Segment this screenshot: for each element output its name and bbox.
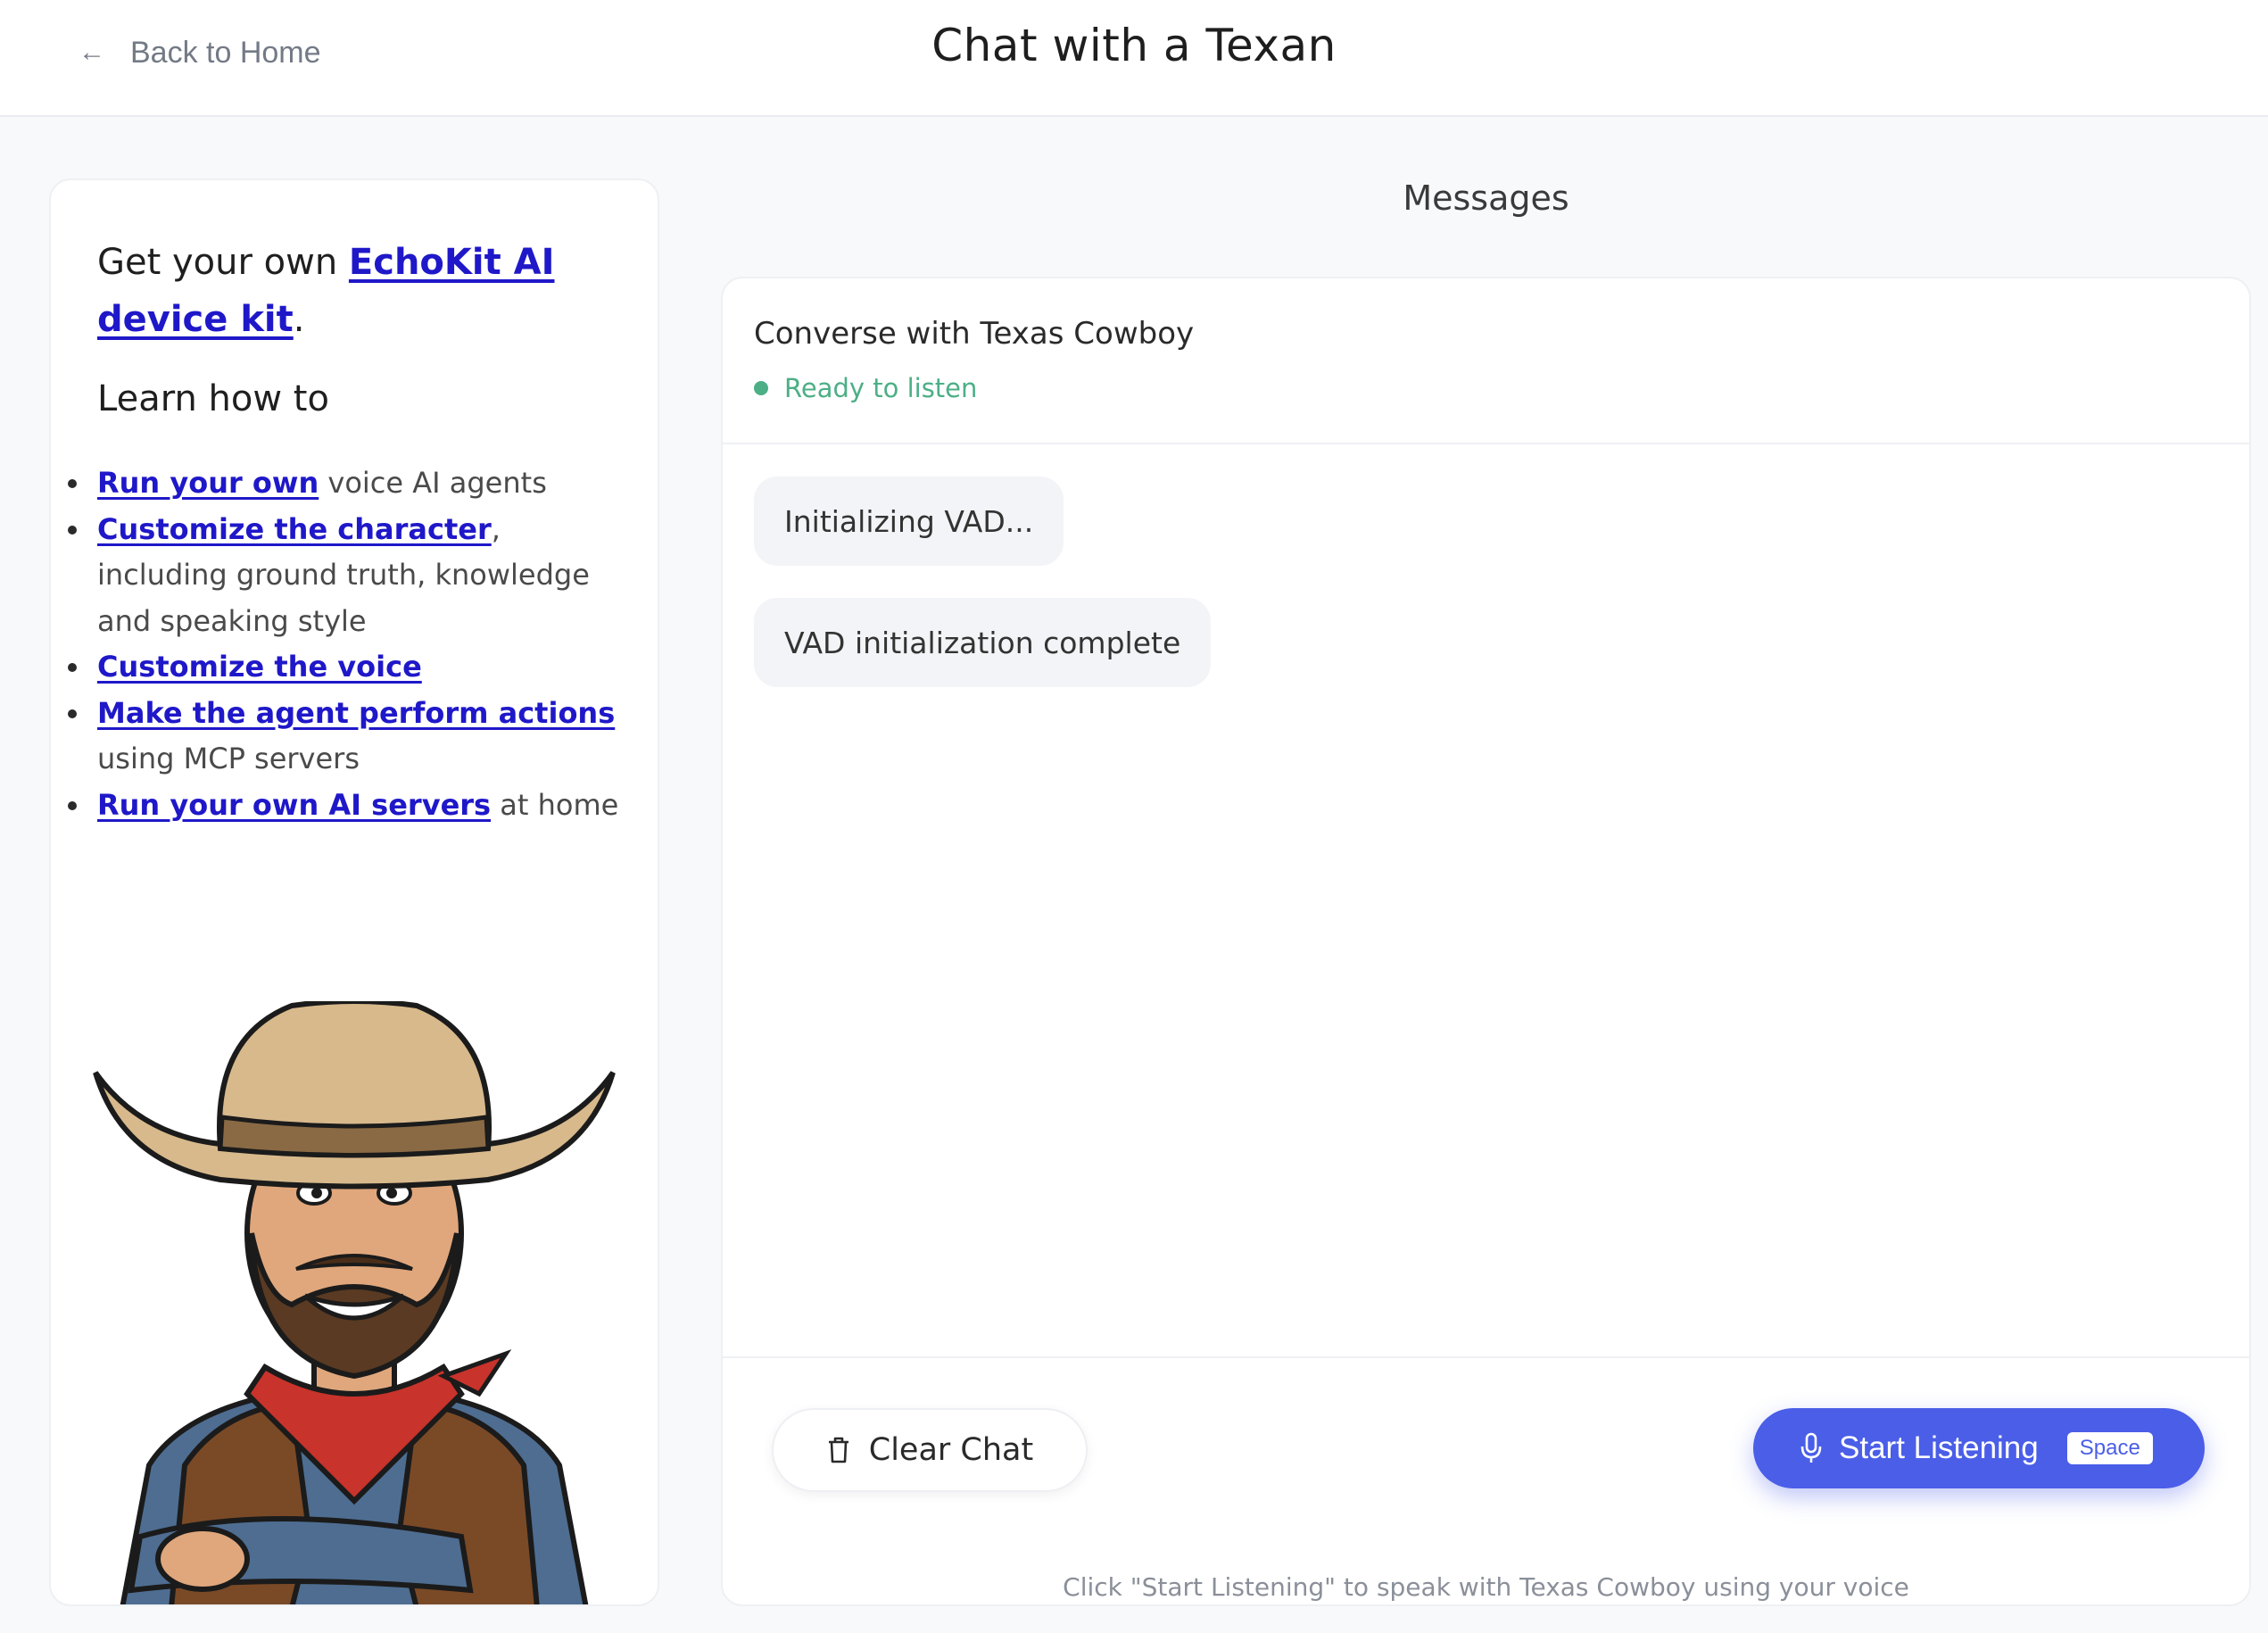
list-item: Make the agent perform actions using MCP… [68, 691, 633, 783]
chat-header: Converse with Texas Cowboy Ready to list… [723, 278, 2249, 444]
promo-text: Get your own EchoKit AI device kit. [97, 234, 624, 348]
trash-icon [828, 1437, 848, 1463]
promo-prefix: Get your own [97, 242, 349, 283]
customize-voice-link[interactable]: Customize the voice [97, 650, 422, 684]
run-your-own-link[interactable]: Run your own [97, 466, 319, 500]
perform-actions-link[interactable]: Make the agent perform actions [97, 696, 615, 730]
chat-panel: Converse with Texas Cowboy Ready to list… [721, 277, 2251, 1606]
clear-chat-label: Clear Chat [868, 1432, 1034, 1468]
start-listening-label: Start Listening [1839, 1430, 2039, 1465]
chat-footer: Clear Chat Start Listening Space Click "… [723, 1356, 2249, 1604]
clear-chat-button[interactable]: Clear Chat [772, 1408, 1088, 1492]
start-listening-button[interactable]: Start Listening Space [1753, 1408, 2205, 1488]
run-ai-servers-link[interactable]: Run your own AI servers [97, 788, 491, 822]
status-indicator: Ready to listen [754, 373, 977, 403]
status-dot-icon [754, 381, 768, 395]
info-panel: Get your own EchoKit AI device kit. Lear… [49, 178, 659, 1606]
messages-heading: Messages [1403, 178, 1569, 218]
promo-suffix: . [293, 299, 305, 340]
cowboy-illustration [93, 1001, 616, 1604]
list-item: Customize the voice [68, 644, 633, 691]
status-text: Ready to listen [784, 373, 978, 403]
learn-list: Run your own voice AI agents Customize t… [68, 460, 633, 829]
learn-heading: Learn how to [97, 378, 329, 419]
list-item: Customize the character, including groun… [68, 507, 633, 645]
top-bar: ← Back to Home Chat with a Texan [0, 0, 2268, 117]
list-item: Run your own AI servers at home [68, 783, 633, 829]
voice-hint: Click "Start Listening" to speak with Te… [1063, 1572, 1909, 1602]
list-item-text: voice AI agents [319, 466, 547, 500]
microphone-icon [1800, 1432, 1822, 1463]
list-item: Run your own voice AI agents [68, 460, 633, 507]
shortcut-badge: Space [2066, 1432, 2153, 1464]
customize-character-link[interactable]: Customize the character [97, 512, 492, 546]
page-title: Chat with a Texan [931, 20, 1337, 71]
chat-title: Converse with Texas Cowboy [754, 316, 1195, 352]
list-item-text: at home [491, 787, 619, 822]
message-bubble: VAD initialization complete [754, 598, 1212, 687]
message-bubble: Initializing VAD... [754, 477, 1064, 566]
list-item-text: using MCP servers [97, 742, 360, 775]
